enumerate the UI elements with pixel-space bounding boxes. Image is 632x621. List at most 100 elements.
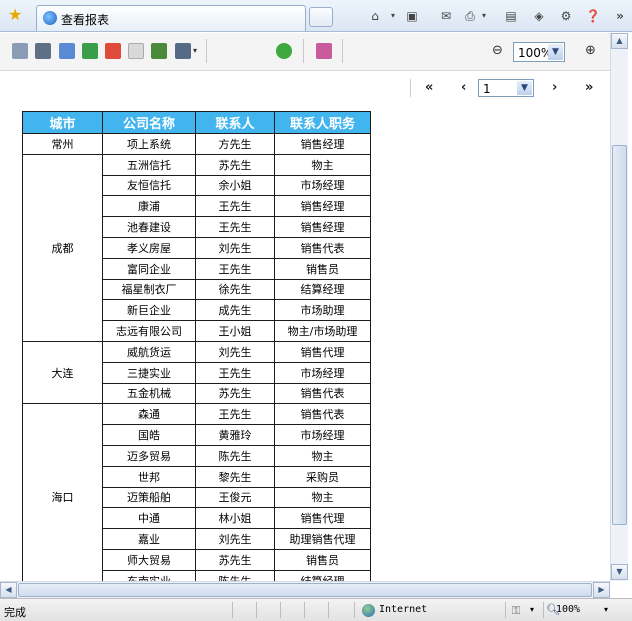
title-cell: 结算经理 [274, 278, 371, 301]
contact-cell: 林小姐 [195, 507, 275, 530]
mail-icon[interactable]: ✉ [437, 7, 455, 25]
title-cell: 采购员 [274, 465, 371, 488]
rss-icon[interactable] [316, 43, 332, 59]
title-cell: 市场经理 [274, 361, 371, 384]
prev-page-button[interactable]: ‹ [461, 80, 466, 95]
home-icon[interactable]: ⌂ [365, 7, 385, 25]
title-cell: 结算经理 [274, 569, 371, 581]
excel-icon[interactable] [82, 43, 98, 59]
title-cell: 助理销售代理 [274, 528, 371, 550]
first-page-button[interactable]: « [425, 80, 433, 95]
protected-mode-icon[interactable]: ⚿ [512, 604, 520, 618]
title-cell: 市场经理 [274, 424, 371, 446]
contact-cell: 方先生 [195, 133, 275, 155]
table-header-row: 城市 公司名称 联系人 联系人职务 [22, 111, 371, 134]
preview-icon[interactable] [12, 43, 28, 59]
export-icon[interactable] [59, 43, 75, 59]
next-page-button[interactable]: › [552, 80, 557, 95]
contact-cell: 王小姐 [195, 320, 275, 342]
feeds-icon[interactable]: ▣ [403, 7, 421, 25]
contact-cell: 苏先生 [195, 382, 275, 405]
company-cell: 世邦 [102, 465, 196, 488]
home-dropdown-icon[interactable]: ▾ [388, 7, 398, 25]
view-menu-dropdown-icon[interactable]: ▾ [193, 46, 197, 55]
security-zone[interactable]: Internet [379, 604, 427, 615]
page-select[interactable]: 1 ▼ [478, 79, 534, 97]
view-menu-icon[interactable] [175, 43, 191, 59]
vertical-scroll-thumb[interactable] [612, 145, 627, 525]
title-cell: 销售代表 [274, 236, 371, 259]
chevron-down-icon[interactable]: ▼ [548, 44, 563, 60]
company-cell: 嘉业 [102, 528, 196, 550]
save-icon[interactable] [151, 43, 167, 59]
print-icon[interactable] [35, 43, 51, 59]
title-cell: 市场经理 [274, 174, 371, 197]
title-cell: 销售员 [274, 548, 371, 571]
status-text: 完成 [4, 606, 26, 619]
help-icon[interactable]: ❓ [584, 7, 602, 25]
company-cell: 康浦 [102, 195, 196, 218]
text-icon[interactable] [128, 43, 144, 59]
city-cell: 大连 [22, 340, 103, 405]
horizontal-scroll-thumb[interactable] [18, 583, 592, 597]
contact-cell: 陈先生 [195, 569, 275, 581]
refresh-icon[interactable] [276, 43, 292, 59]
city-cell: 成都 [22, 153, 103, 342]
vertical-scrollbar[interactable]: ▲ ▼ [610, 33, 628, 581]
new-tab-button[interactable] [309, 7, 333, 27]
table-row: 常州 项上系统 方先生 销售经理 [22, 133, 371, 155]
contact-cell: 王先生 [195, 361, 275, 384]
company-cell: 迈多贸易 [102, 444, 196, 467]
contact-cell: 徐先生 [195, 278, 275, 301]
company-cell: 福星制衣厂 [102, 278, 196, 301]
zoom-in-icon[interactable]: ⊕ [585, 43, 596, 58]
print-icon[interactable]: ⎙ [461, 7, 479, 25]
company-cell: 孝义房屋 [102, 236, 196, 259]
company-cell: 东南实业 [102, 569, 196, 581]
title-cell: 物主 [274, 153, 371, 176]
scroll-down-arrow-icon[interactable]: ▼ [611, 564, 628, 580]
horizontal-scrollbar[interactable]: ◀ ▶ [0, 581, 610, 598]
status-divider [256, 602, 257, 618]
contact-cell: 王先生 [195, 403, 275, 426]
table-row: 海口 森通 王先生 销售代表 [22, 403, 371, 581]
print-dropdown-icon[interactable]: ▾ [479, 7, 489, 25]
zoom-level[interactable]: 100% [556, 604, 580, 615]
chevron-more-icon[interactable]: » [612, 7, 628, 25]
zoom-dropdown-icon[interactable]: ▾ [604, 605, 608, 614]
scroll-right-arrow-icon[interactable]: ▶ [593, 582, 610, 598]
protected-mode-dropdown-icon[interactable]: ▾ [530, 605, 534, 614]
column-header-company: 公司名称 [102, 111, 196, 134]
toolbar-divider [303, 39, 304, 63]
contact-cell: 陈先生 [195, 444, 275, 467]
scroll-left-arrow-icon[interactable]: ◀ [0, 582, 17, 598]
contact-cell: 王先生 [195, 195, 275, 218]
page-menu-icon[interactable]: ▤ [502, 7, 520, 25]
contact-cell: 成先生 [195, 299, 275, 322]
browser-tab[interactable]: 查看报表 [36, 5, 306, 31]
zoom-select[interactable]: 100% ▼ [513, 42, 565, 62]
favorites-star-icon[interactable]: ★ [8, 7, 24, 23]
zoom-out-icon[interactable]: ⊖ [492, 43, 503, 58]
contact-cell: 黎先生 [195, 465, 275, 488]
chevron-down-icon[interactable]: ▼ [517, 81, 532, 95]
ie-page-icon [43, 11, 57, 25]
pdf-icon[interactable] [105, 43, 121, 59]
status-divider [505, 602, 506, 618]
status-divider [543, 602, 544, 618]
page-number: 1 [483, 82, 491, 96]
last-page-button[interactable]: » [585, 80, 593, 95]
title-cell: 物主 [274, 486, 371, 509]
tools-gear-icon[interactable]: ⚙ [557, 7, 575, 25]
company-cell: 森通 [102, 403, 196, 426]
status-bar: 完成 Internet ⚿ ▾ 🔍︎ 100% ▾ [0, 598, 632, 621]
title-cell: 销售代理 [274, 340, 371, 363]
contact-cell: 王俊元 [195, 486, 275, 509]
contact-cell: 黄雅玲 [195, 424, 275, 446]
report-table: 城市 公司名称 联系人 联系人职务 常州 项上系统 方先生 销售经理 成都 五洲信托 苏先生… [22, 111, 371, 581]
status-divider [232, 602, 233, 618]
scroll-up-arrow-icon[interactable]: ▲ [611, 33, 628, 49]
safety-icon[interactable]: ◈ [530, 7, 548, 25]
company-cell: 三捷实业 [102, 361, 196, 384]
report-body: 常州 项上系统 方先生 销售经理 成都 五洲信托 苏先生 物主 友恒信托 余小姐 市场经理 康浦 王先生… [22, 133, 371, 581]
